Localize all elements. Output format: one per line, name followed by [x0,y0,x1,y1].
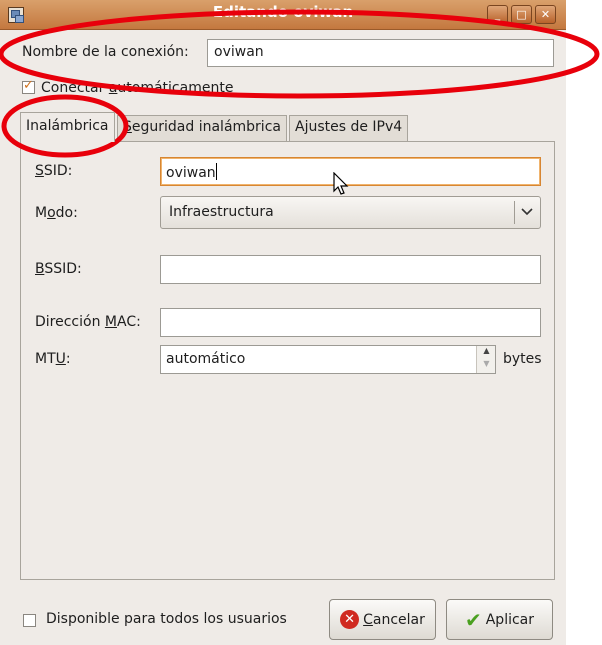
mtu-label-text: : [65,351,71,367]
ssid-label-text: SID: [43,163,73,179]
all-users-label[interactable]: Disponible para todos los usuarios [46,611,287,627]
mtu-label: MTU: [35,351,71,367]
mac-address-label: Dirección MAC: [35,314,141,330]
cancel-icon: ✕ [340,610,360,629]
bssid-input[interactable] [160,255,541,284]
edit-connection-window: Editando oviwan _ □ ✕ Nombre de la conex… [0,0,566,645]
mac-label-text: AC: [117,314,141,330]
ssid-label: SSID: [35,163,72,179]
mtu-mnemonic: U [55,351,66,367]
window-title: Editando oviwan [212,3,354,21]
tab-wireless-security-label: eguridad inalámbrica [131,119,281,135]
tab-wireless[interactable]: Inalámbrica [20,112,115,142]
tab-wireless-security[interactable]: Seguridad inalámbrica [117,115,287,141]
cancel-mnemonic: C [363,611,373,628]
auto-connect-checkbox[interactable] [22,78,35,94]
mtu-label-text: MT [35,351,56,367]
ssid-input[interactable]: oviwan [160,157,541,186]
tab-wireless-security-mnemonic: S [123,119,132,135]
bssid-label-text: SSID: [44,261,82,277]
mtu-spinbutton[interactable]: automático [160,345,496,374]
tab-ipv4-settings[interactable]: Ajustes de IPv4 [289,115,409,141]
connection-name-label: Nombre de la conexión: [22,44,189,60]
combo-separator [514,201,515,224]
mode-select[interactable]: Infraestructura [160,196,541,229]
mtu-spin-buttons: ▲ ▼ [476,346,495,373]
mtu-unit-label: bytes [503,351,542,367]
mac-address-input[interactable] [160,308,541,337]
mac-mnemonic: M [104,314,117,330]
bssid-label: BSSID: [35,261,82,277]
apply-label: Aplicar [485,611,535,628]
window-controls: _ □ ✕ [487,5,556,24]
maximize-button[interactable]: □ [511,5,532,24]
cancel-label-text: ancelar [372,611,425,628]
text-caret [215,163,217,180]
minimize-button[interactable]: _ [487,5,508,24]
close-button[interactable]: ✕ [535,5,556,24]
apply-button[interactable]: ✔ Aplicar [446,599,553,640]
cancel-button[interactable]: ✕ Cancelar [329,599,436,640]
mode-label-text: M [35,205,48,221]
bssid-mnemonic: B [35,261,45,277]
spin-down-icon[interactable]: ▼ [477,359,496,372]
auto-connect-label-part: utomáticamente [117,80,234,96]
auto-connect-label[interactable]: Conectar automáticamente [41,80,233,96]
auto-connect-label-part: C [41,80,51,96]
chevron-down-icon [521,201,533,227]
spin-up-icon[interactable]: ▲ [477,346,496,359]
checkmark-icon: ✔ [464,607,482,632]
cancel-label: Cancelar [363,612,425,628]
auto-connect-label-part: onectar [50,80,109,96]
mode-label: Modo: [35,205,78,221]
all-users-checkbox[interactable] [23,614,36,627]
ssid-value: oviwan [166,165,216,181]
mode-mnemonic: o [47,205,56,221]
connection-name-input[interactable]: oviwan [207,39,554,67]
mode-label-text: do: [55,205,78,221]
mouse-pointer-icon [333,171,349,200]
title-bar[interactable]: Editando oviwan _ □ ✕ [0,0,566,30]
ssid-mnemonic: S [35,163,44,179]
mac-label-text: Dirección [35,314,105,330]
mode-selected-value: Infraestructura [169,204,274,220]
